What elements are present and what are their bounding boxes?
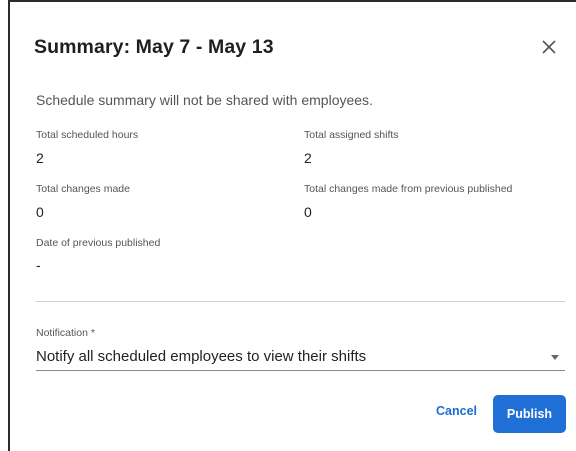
total-scheduled-hours-value: 2 — [36, 150, 44, 166]
caret-down-icon — [551, 355, 559, 360]
publish-button-label: Publish — [506, 407, 553, 421]
dialog-subtitle: Schedule summary will not be shared with… — [36, 92, 373, 108]
summary-dialog: Summary: May 7 - May 13 Schedule summary… — [8, 0, 576, 451]
publish-button[interactable]: Publish — [493, 395, 566, 433]
total-scheduled-hours-label: Total scheduled hours — [36, 129, 139, 141]
divider — [36, 301, 565, 302]
close-icon — [542, 40, 556, 54]
total-changes-from-previous-label: Total changes made from previous publish… — [304, 183, 513, 195]
date-previous-published-value: - — [36, 257, 41, 273]
notification-label: Notification * — [36, 327, 95, 339]
total-changes-from-previous-value: 0 — [304, 204, 312, 220]
close-button[interactable] — [540, 38, 558, 56]
total-changes-made-value: 0 — [36, 204, 44, 220]
cancel-button[interactable]: Cancel — [436, 404, 477, 418]
notification-selected-value: Notify all scheduled employees to view t… — [36, 348, 367, 365]
notification-select[interactable]: Notify all scheduled employees to view t… — [36, 345, 565, 371]
total-assigned-shifts-label: Total assigned shifts — [304, 129, 399, 141]
total-changes-made-label: Total changes made — [36, 183, 130, 195]
date-previous-published-label: Date of previous published — [36, 237, 161, 249]
dialog-title: Summary: May 7 - May 13 — [34, 36, 274, 58]
total-assigned-shifts-value: 2 — [304, 150, 312, 166]
